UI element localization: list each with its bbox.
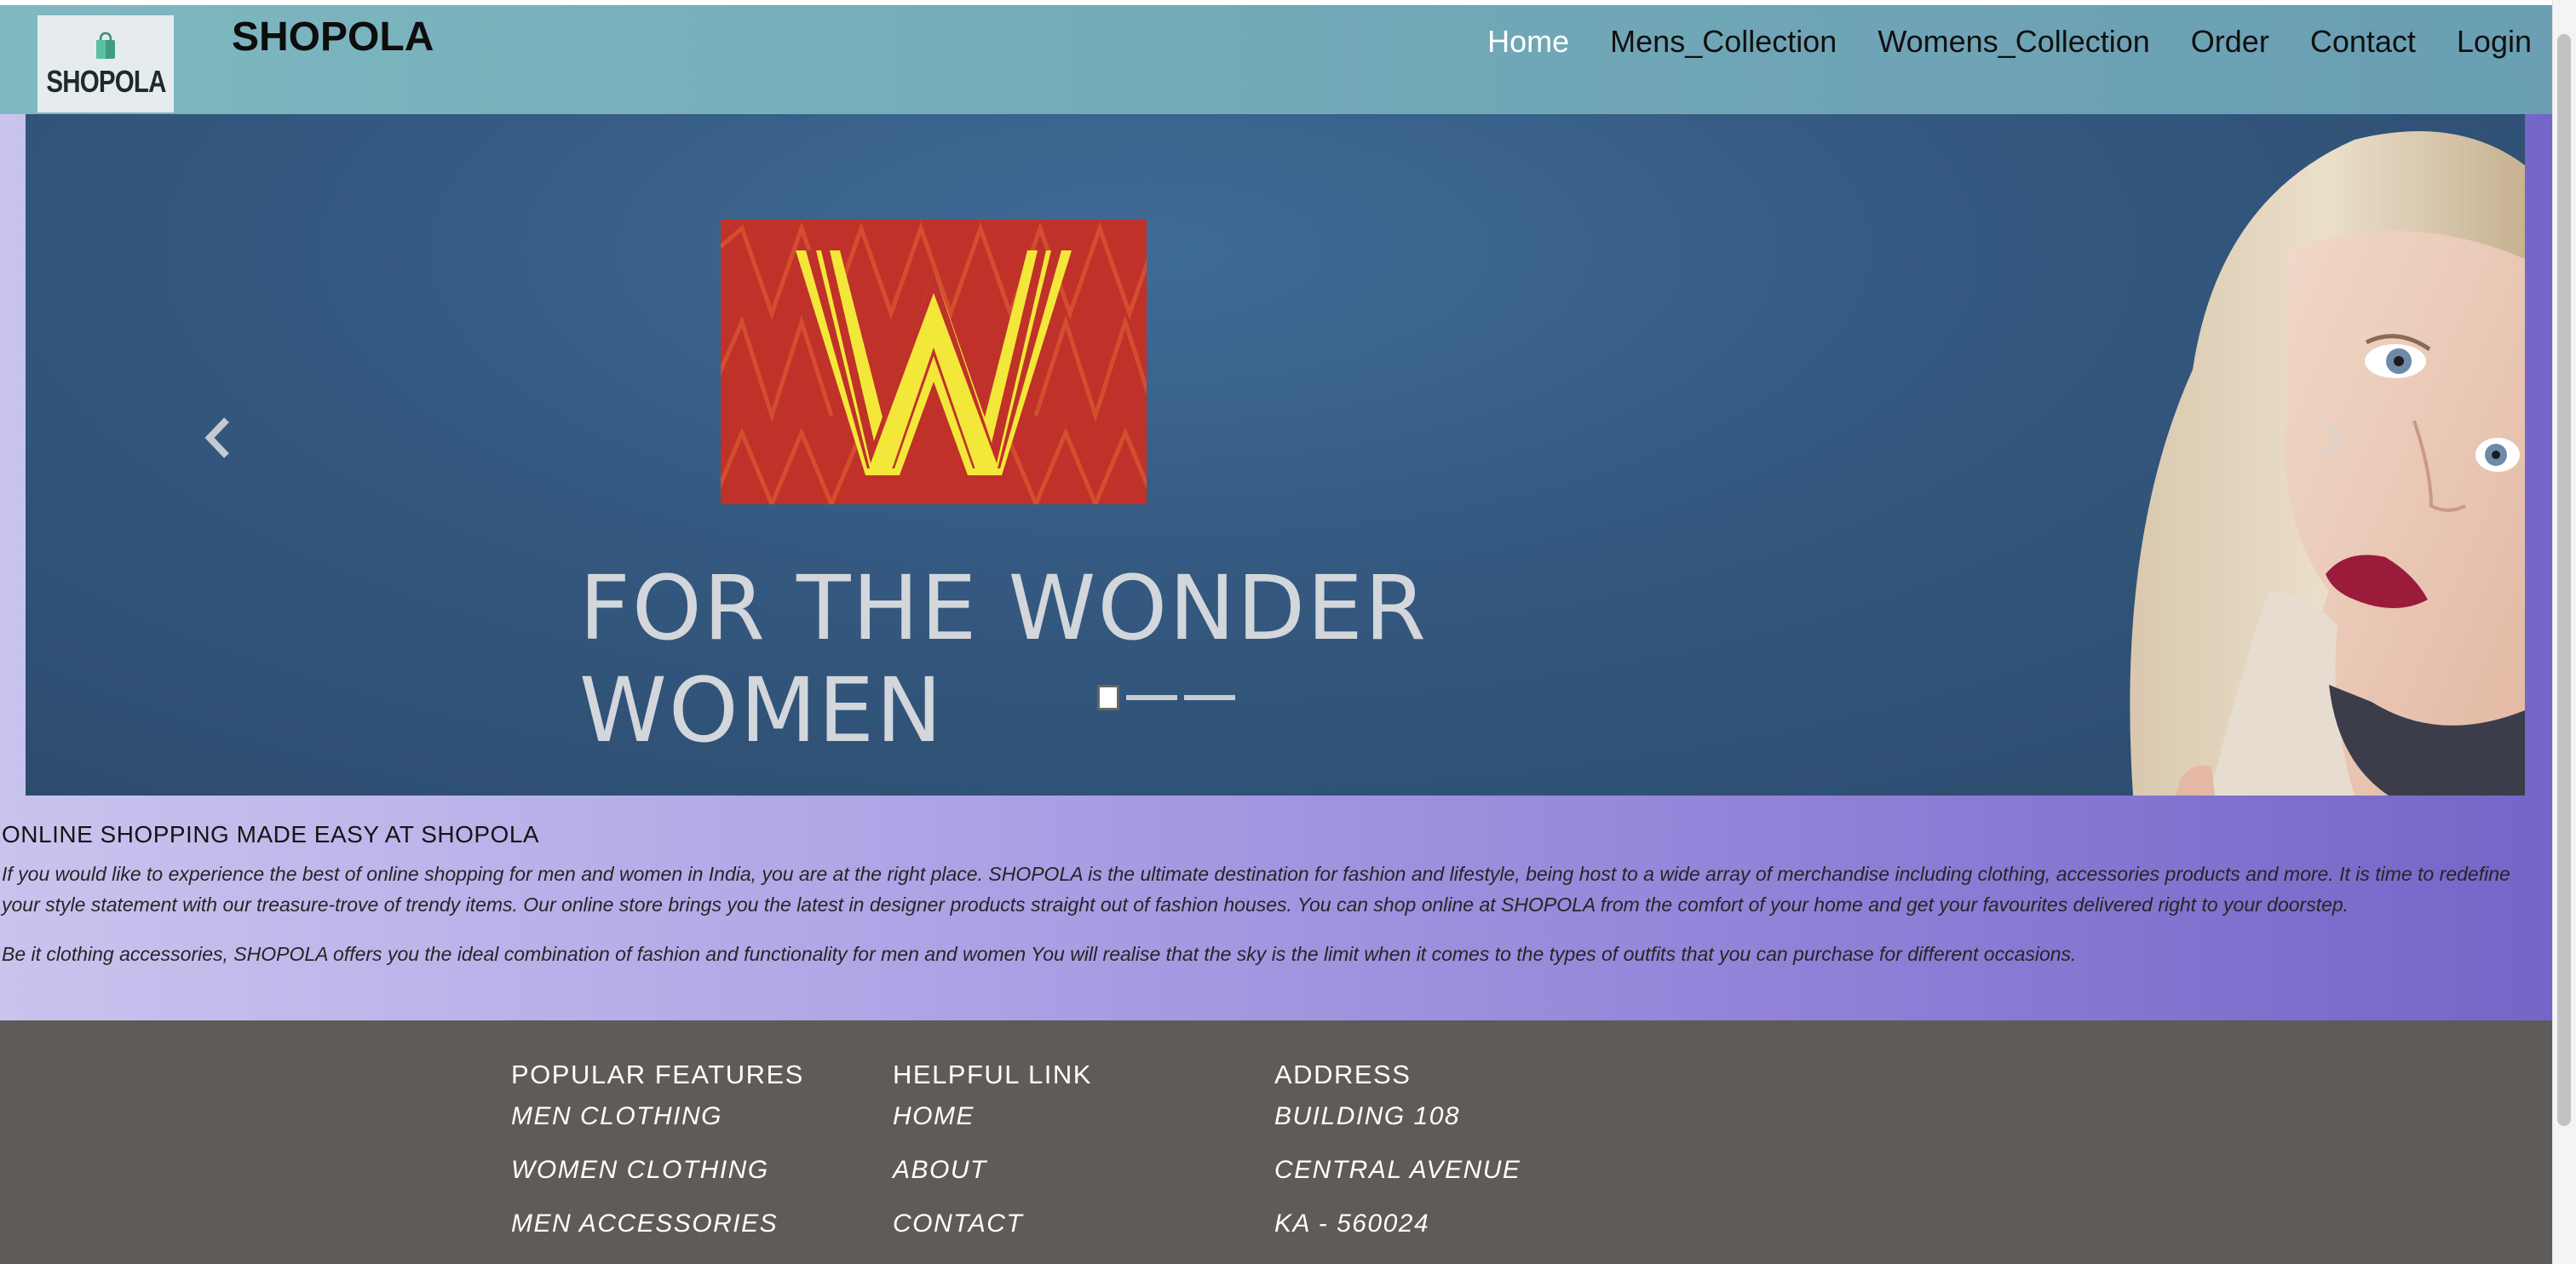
logo-text: SHOPOLA [45, 64, 166, 99]
nav-item-login[interactable]: Login [2436, 20, 2552, 63]
chevron-left-icon [204, 417, 229, 458]
chevron-right-icon [2321, 417, 2346, 458]
carousel-indicator[interactable] [1184, 695, 1235, 700]
main-nav: Home Mens_Collection Womens_Collection Orde… [1467, 20, 2552, 63]
about-title: ONLINE SHOPPING MADE EASY AT SHOPOLA [2, 821, 540, 847]
footer-link[interactable]: HOME [893, 1100, 1092, 1154]
carousel-indicator[interactable] [1126, 695, 1177, 700]
nav-item-mens-collection[interactable]: Mens_Collection [1590, 20, 1857, 63]
carousel-indicators [1097, 685, 1235, 710]
footer-heading: HELPFUL LINK [893, 1060, 1092, 1089]
footer-link[interactable]: ABOUT [893, 1154, 1092, 1208]
logo[interactable]: SHOPOLA [37, 15, 174, 112]
nav-item-womens-collection[interactable]: Womens_Collection [1857, 20, 2170, 63]
address-line: CENTRAL AVENUE [1274, 1156, 1521, 1184]
about-paragraph-2: Be it clothing accessories, SHOPOLA offe… [2, 943, 2077, 965]
banner-headline: FOR THE WONDER WOMEN [579, 557, 1428, 761]
page: SHOPOLA SHOPOLA Home Mens_Collection Women… [0, 0, 2552, 1264]
about-section: ONLINE SHOPPING MADE EASY AT SHOPOLA If … [0, 821, 2552, 969]
footer-link[interactable]: MEN ACCESSORIES [511, 1208, 804, 1261]
scrollbar[interactable] [2552, 0, 2576, 1264]
nav-item-order[interactable]: Order [2171, 20, 2290, 63]
footer-link[interactable]: MEN CLOTHING [511, 1100, 804, 1154]
footer-popular-features: POPULAR FEATURES MEN CLOTHING WOMEN CLOT… [511, 1060, 804, 1261]
footer-address: ADDRESS BUILDING 108 CENTRAL AVENUE KA -… [1274, 1060, 1521, 1261]
footer-heading: ADDRESS [1274, 1060, 1412, 1089]
carousel-prev-button[interactable] [196, 404, 239, 472]
hero-carousel: FOR THE WONDER WOMEN [26, 114, 2525, 796]
carousel-indicator[interactable] [1097, 685, 1119, 710]
footer-link[interactable]: WOMEN CLOTHING [511, 1154, 804, 1208]
footer-heading: POPULAR FEATURES [511, 1060, 804, 1089]
address-line: BUILDING 108 [1274, 1102, 1461, 1130]
main-content: FOR THE WONDER WOMEN ONLINE SHOPPING MAD… [0, 114, 2552, 1020]
footer-helpful-link: HELPFUL LINK HOME ABOUT CONTACT [893, 1060, 1092, 1261]
headline-line-2: WOMEN [579, 658, 944, 762]
footer: POPULAR FEATURES MEN CLOTHING WOMEN CLOT… [0, 1020, 2552, 1264]
shopping-bag-icon [96, 32, 115, 59]
w-brand-logo [721, 220, 1147, 504]
footer-link[interactable]: CONTACT [893, 1208, 1092, 1261]
nav-item-home[interactable]: Home [1467, 20, 1590, 63]
headline-line-1: FOR THE WONDER [579, 556, 1429, 660]
about-paragraph-1: If you would like to experience the best… [2, 863, 2510, 916]
navbar: SHOPOLA SHOPOLA Home Mens_Collection Women… [0, 5, 2552, 114]
address-line: KA - 560024 [1274, 1209, 1430, 1238]
model-photo [2130, 131, 2525, 796]
nav-item-contact[interactable]: Contact [2290, 20, 2436, 63]
brand-title[interactable]: SHOPOLA [232, 14, 434, 60]
carousel-next-button[interactable] [2312, 404, 2355, 472]
scrollbar-thumb[interactable] [2557, 34, 2571, 1126]
